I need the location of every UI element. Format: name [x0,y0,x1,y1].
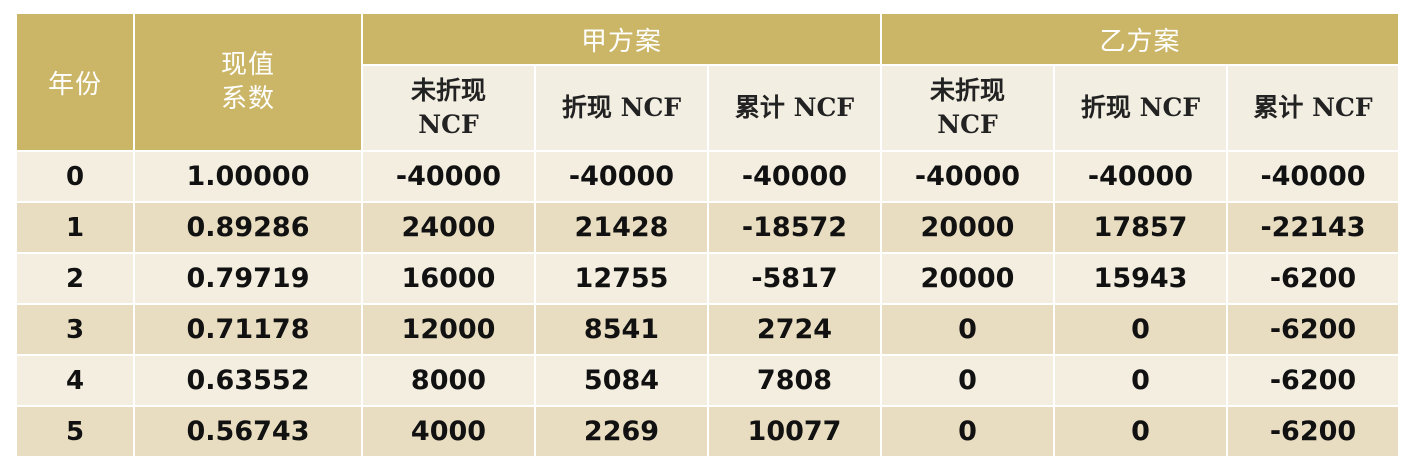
table-row: 2 0.79719 16000 12755 -5817 20000 15943 … [17,253,1399,305]
table-row: 0 1.00000 -40000 -40000 -40000 -40000 -4… [17,151,1399,203]
header-plan-b-cumulative: 累计 NCF [1227,65,1399,152]
ncf-comparison-table-wrapper: 年份 现值 系数 甲方案 乙方案 未折现 NCF 折现 NCF 累计 NCF 未… [17,14,1399,458]
cell-a-cumulative: -18572 [708,202,882,254]
header-plan-a-discounted: 折现 NCF [535,65,709,152]
cell-b-discounted: 0 [1054,355,1228,407]
cell-a-undiscounted: 4000 [362,406,536,458]
header-year: 年份 [17,14,135,152]
table-row: 5 0.56743 4000 2269 10077 0 0 -6200 [17,406,1399,458]
table-row: 4 0.63552 8000 5084 7808 0 0 -6200 [17,355,1399,407]
cell-b-cumulative: -6200 [1227,355,1399,407]
cell-a-undiscounted: -40000 [362,151,536,203]
cell-a-undiscounted: 12000 [362,304,536,356]
cell-b-cumulative: -6200 [1227,406,1399,458]
cell-b-cumulative: -22143 [1227,202,1399,254]
ncf-comparison-table: 年份 现值 系数 甲方案 乙方案 未折现 NCF 折现 NCF 累计 NCF 未… [17,14,1399,458]
cell-year: 0 [17,151,135,203]
cell-year: 2 [17,253,135,305]
cell-a-discounted: 8541 [535,304,709,356]
cell-b-discounted: 0 [1054,304,1228,356]
cell-year: 5 [17,406,135,458]
cell-a-discounted: 5084 [535,355,709,407]
cell-year: 3 [17,304,135,356]
cell-a-undiscounted: 16000 [362,253,536,305]
cell-b-undiscounted: -40000 [881,151,1055,203]
cell-b-cumulative: -6200 [1227,253,1399,305]
cell-a-cumulative: 2724 [708,304,882,356]
cell-b-cumulative: -40000 [1227,151,1399,203]
header-plan-a-undiscounted: 未折现 NCF [362,65,536,152]
cell-b-undiscounted: 0 [881,355,1055,407]
cell-b-undiscounted: 20000 [881,253,1055,305]
header-plan-b-discounted: 折现 NCF [1054,65,1228,152]
cell-year: 1 [17,202,135,254]
header-pv-factor: 现值 系数 [134,14,363,152]
cell-pv-factor: 0.56743 [134,406,363,458]
header-pv-factor-text: 现值 系数 [220,50,275,114]
header-plan-b-undiscounted: 未折现 NCF [881,65,1055,152]
cell-a-discounted: 21428 [535,202,709,254]
table-row: 3 0.71178 12000 8541 2724 0 0 -6200 [17,304,1399,356]
cell-b-undiscounted: 20000 [881,202,1055,254]
cell-pv-factor: 0.79719 [134,253,363,305]
cell-a-cumulative: -40000 [708,151,882,203]
header-plan-b-undiscounted-text: 未折现 NCF [929,76,1005,139]
cell-a-undiscounted: 8000 [362,355,536,407]
header-plan-a-undiscounted-text: 未折现 NCF [410,76,486,139]
table-row: 1 0.89286 24000 21428 -18572 20000 17857… [17,202,1399,254]
cell-b-undiscounted: 0 [881,406,1055,458]
cell-pv-factor: 1.00000 [134,151,363,203]
header-plan-a-cumulative: 累计 NCF [708,65,882,152]
cell-b-undiscounted: 0 [881,304,1055,356]
header-plan-b: 乙方案 [881,14,1399,66]
cell-a-cumulative: 10077 [708,406,882,458]
cell-a-cumulative: -5817 [708,253,882,305]
cell-a-discounted: 2269 [535,406,709,458]
cell-b-discounted: 15943 [1054,253,1228,305]
cell-year: 4 [17,355,135,407]
cell-a-undiscounted: 24000 [362,202,536,254]
cell-pv-factor: 0.63552 [134,355,363,407]
header-plan-a: 甲方案 [362,14,882,66]
cell-pv-factor: 0.71178 [134,304,363,356]
cell-a-discounted: -40000 [535,151,709,203]
cell-b-discounted: 17857 [1054,202,1228,254]
cell-a-discounted: 12755 [535,253,709,305]
cell-b-discounted: 0 [1054,406,1228,458]
cell-b-discounted: -40000 [1054,151,1228,203]
cell-pv-factor: 0.89286 [134,202,363,254]
cell-a-cumulative: 7808 [708,355,882,407]
cell-b-cumulative: -6200 [1227,304,1399,356]
